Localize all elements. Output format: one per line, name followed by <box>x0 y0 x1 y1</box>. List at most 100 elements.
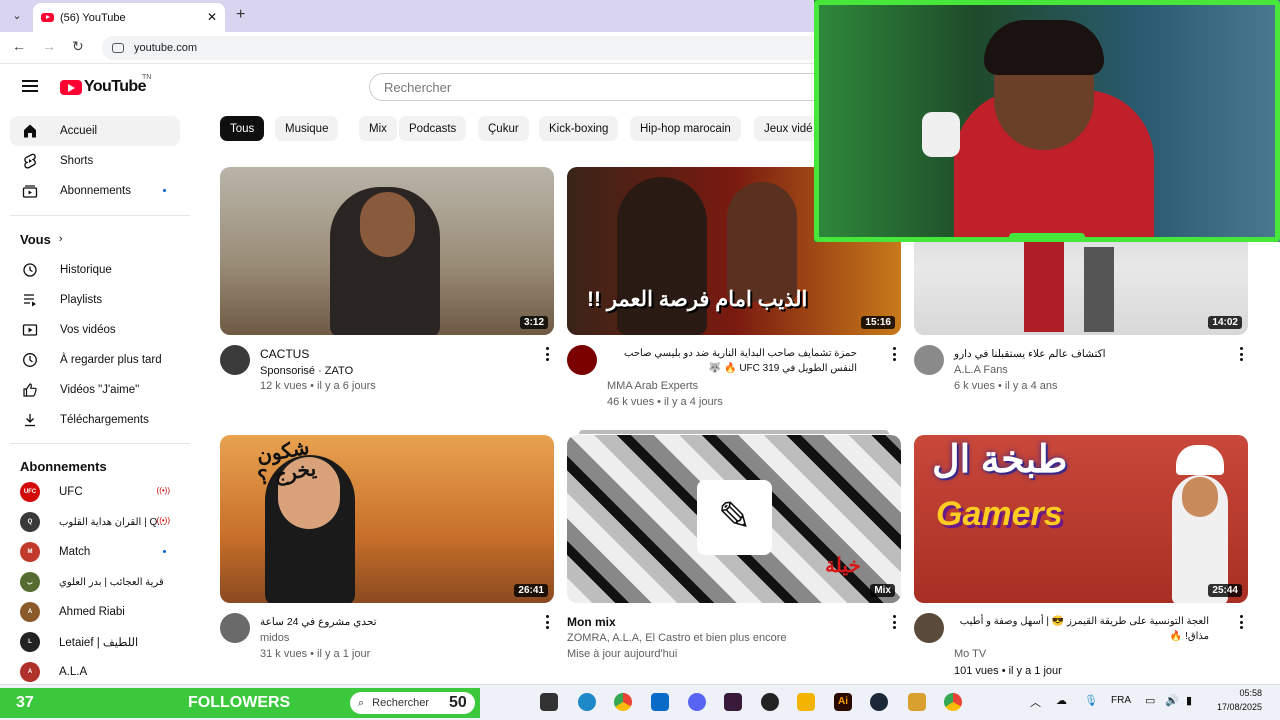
video-thumbnail[interactable]: ✎ خيلة Mix <box>567 435 901 603</box>
thumbnail-figure <box>1084 247 1114 332</box>
video-channel[interactable]: Mo TV <box>954 648 986 660</box>
forward-arrow-icon[interactable]: → <box>42 38 56 54</box>
sidebar-sub-quran[interactable]: Q القران هداية القلوب | Q... ((•)) <box>10 507 180 537</box>
sidebar-item-playlists[interactable]: Playlists <box>10 285 180 315</box>
thumbnail-caption-bottom: Gamers <box>936 495 1063 533</box>
video-thumbnail[interactable]: 3:12 <box>220 167 554 335</box>
video-channel[interactable]: midos <box>260 632 289 644</box>
video-title[interactable]: العجة التونسية على طريقة القيمرز 😎 | أسه… <box>954 614 1209 644</box>
sidebar-item-label: Accueil <box>60 125 98 137</box>
microphone-icon[interactable]: 🎙 <box>1084 694 1098 707</box>
sidebar-item-label: Playlists <box>60 294 103 306</box>
chip-mix[interactable]: Mix <box>359 116 397 141</box>
sidebar-item-your-videos[interactable]: Vos vidéos <box>10 315 180 345</box>
sidebar-item-watch-later[interactable]: À regarder plus tard <box>10 345 180 375</box>
chip-musique[interactable]: Musique <box>275 116 339 141</box>
video-thumbnail[interactable]: طبخة ال Gamers 25:44 <box>914 435 1248 603</box>
channel-avatar[interactable] <box>914 613 944 643</box>
new-tab-icon[interactable]: + <box>236 6 245 24</box>
subscriptions-icon <box>22 183 38 199</box>
sidebar-sub-letaief[interactable]: L Letaief | اللطيف <box>10 627 180 657</box>
browser-tab[interactable]: (56) YouTube ✕ <box>33 3 225 32</box>
video-thumbnail[interactable]: شكون يخرج ؟ 26:41 <box>220 435 554 603</box>
search-icon: ⌕ <box>358 696 365 709</box>
task-view-icon[interactable] <box>540 693 558 711</box>
more-options-icon[interactable] <box>893 347 897 361</box>
video-title[interactable]: CACTUS <box>260 346 530 362</box>
game-icon[interactable] <box>908 693 926 711</box>
store-icon[interactable] <box>651 693 669 711</box>
more-options-icon[interactable] <box>546 615 550 629</box>
sidebar-item-label: القران هداية القلوب | Q... <box>59 516 166 528</box>
chip-tous[interactable]: Tous <box>220 116 265 141</box>
more-options-icon[interactable] <box>546 347 550 361</box>
discord-icon[interactable] <box>688 693 706 711</box>
thumbnail-caption: خيلة <box>825 555 861 577</box>
chrome-icon[interactable] <box>944 693 962 711</box>
obs-icon[interactable] <box>761 693 779 711</box>
chip-kick-boxing[interactable]: Kick-boxing <box>539 116 619 141</box>
search-input[interactable]: Rechercher <box>369 73 829 101</box>
back-arrow-icon[interactable]: ← <box>12 38 26 54</box>
file-explorer-icon[interactable] <box>797 693 815 711</box>
address-bar[interactable]: youtube.com <box>102 36 822 60</box>
video-channel[interactable]: MMA Arab Experts <box>607 380 698 392</box>
more-options-icon[interactable] <box>1240 615 1244 629</box>
channel-avatar[interactable] <box>220 613 250 643</box>
webcam-overlay <box>814 0 1280 242</box>
youtube-logo[interactable]: YouTube TN <box>60 74 151 96</box>
menu-icon[interactable] <box>22 80 38 92</box>
volume-icon[interactable]: 🔊 <box>1165 694 1179 707</box>
sidebar-sub-ahmed-riabi[interactable]: A Ahmed Riabi <box>10 597 180 627</box>
sidebar-item-shorts[interactable]: Shorts <box>10 146 180 176</box>
video-channel[interactable]: A.L.A Fans <box>954 364 1008 376</box>
steam-icon[interactable] <box>870 693 888 711</box>
edge-browser-icon[interactable] <box>578 693 596 711</box>
clock-date[interactable]: 17/08/2025 <box>1212 702 1262 712</box>
video-card[interactable]: شكون يخرج ؟ 26:41 تحدي مشروع في 24 ساعة … <box>220 435 554 660</box>
chip-cukur[interactable]: Çukur <box>478 116 529 141</box>
sidebar-sub-ufc[interactable]: UFC UFC ((•)) <box>10 477 180 507</box>
sidebar-vous-header[interactable]: Vous › <box>10 224 180 254</box>
chip-hip-hop-marocain[interactable]: Hip-hop marocain <box>630 116 741 141</box>
tab-close-icon[interactable]: ✕ <box>207 10 217 24</box>
video-title[interactable]: اكتشاف عالم علاء يستقبلنا في دارو <box>954 346 1154 362</box>
chip-jeux-video[interactable]: Jeux vidé <box>754 116 820 141</box>
sidebar-item-downloads[interactable]: Téléchargements <box>10 405 180 435</box>
sidebar-item-liked-videos[interactable]: Vidéos "J'aime" <box>10 375 180 405</box>
video-card[interactable]: طبخة ال Gamers 25:44 العجة التونسية على … <box>914 435 1248 677</box>
illustrator-icon[interactable]: Ai <box>834 693 852 711</box>
display-icon[interactable]: ▭ <box>1145 694 1155 707</box>
chrome-icon[interactable] <box>614 693 632 711</box>
more-options-icon[interactable] <box>893 615 897 629</box>
video-title[interactable]: Mon mix <box>567 614 837 630</box>
channel-avatar[interactable] <box>567 345 597 375</box>
video-card[interactable]: 3:12 CACTUS Sponsorisé · ZATO 12 k vues … <box>220 167 554 392</box>
more-options-icon[interactable] <box>1240 347 1244 361</box>
chip-podcasts[interactable]: Podcasts <box>399 116 467 141</box>
mix-card[interactable]: ✎ خيلة Mix Mon mix ZOMRA, A.L.A, El Cast… <box>567 430 901 660</box>
language-indicator[interactable]: FRA <box>1111 695 1131 706</box>
sidebar-item-label: A.L.A <box>59 666 88 678</box>
sidebar-sub-badr[interactable]: ب قرية العجائب | بدر العلوي <box>10 567 180 597</box>
video-title[interactable]: تحدي مشروع في 24 ساعة <box>260 614 380 630</box>
tab-search-chevron-icon[interactable]: ⌄ <box>8 7 26 25</box>
channel-avatar[interactable] <box>220 345 250 375</box>
tray-chevron-icon[interactable]: ︿ <box>1030 694 1041 710</box>
video-sponsor-line: Sponsorisé · ZATO <box>260 365 354 377</box>
network-icon[interactable]: ☁ <box>1056 694 1067 707</box>
thumbnail-face <box>1182 477 1218 517</box>
reload-icon[interactable]: ↻ <box>72 38 84 55</box>
sidebar-item-history[interactable]: Historique <box>10 255 180 285</box>
sidebar-item-subscriptions[interactable]: Abonnements <box>10 176 180 206</box>
app-icon[interactable] <box>724 693 742 711</box>
sidebar-item-home[interactable]: Accueil <box>10 116 180 146</box>
channel-avatar[interactable] <box>914 345 944 375</box>
sidebar-sub-ala[interactable]: A A.L.A <box>10 657 180 687</box>
sidebar-sub-match[interactable]: M Match <box>10 537 180 567</box>
battery-icon[interactable]: ▮ <box>1186 694 1192 707</box>
video-title[interactable]: حمزة تشمايف صاحب البداية النارية ضد دو ب… <box>607 346 857 376</box>
clock-time[interactable]: 05:58 <box>1212 688 1262 698</box>
taskbar-search-label: Rechercher <box>372 697 430 709</box>
site-info-icon[interactable] <box>112 43 124 53</box>
